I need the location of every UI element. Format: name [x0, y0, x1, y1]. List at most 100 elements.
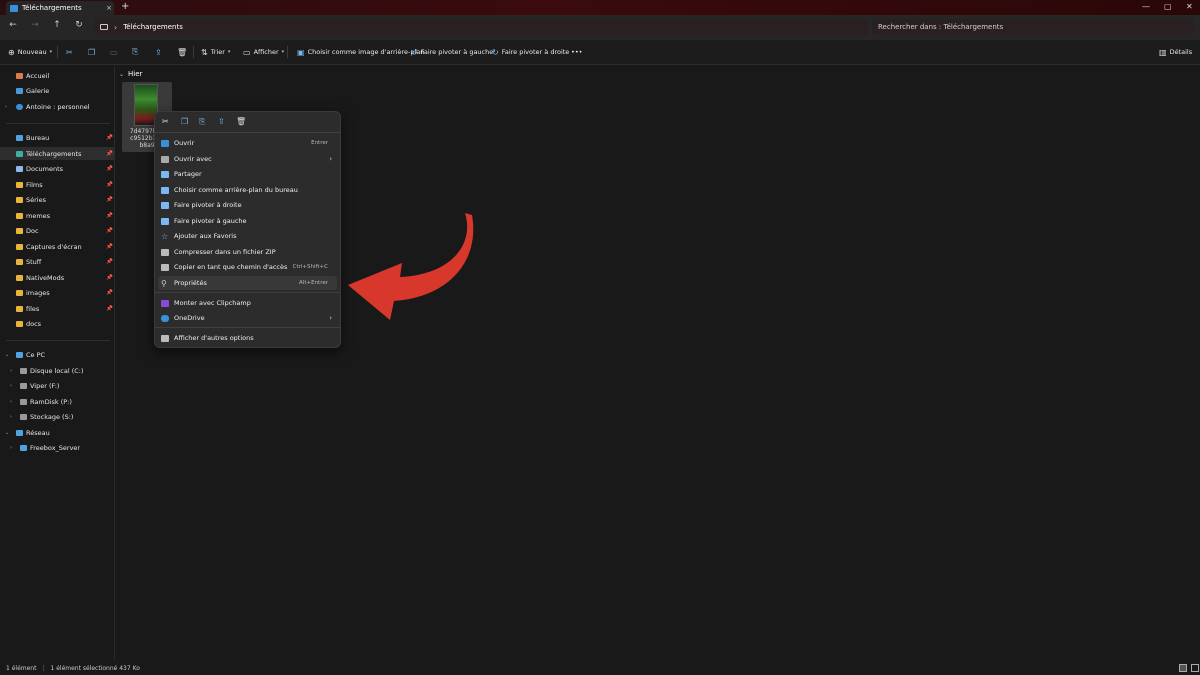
paste-button[interactable]: ▭ [110, 46, 118, 58]
sidebar-item-series[interactable]: Séries 📌 [0, 193, 115, 206]
sidebar-item-onedrive[interactable]: › Antoine : personnel [0, 100, 115, 113]
menu-item-label: OneDrive [174, 314, 205, 322]
sidebar-item-doc[interactable]: Doc 📌 [0, 224, 115, 237]
folder-icon [16, 305, 23, 312]
close-window-button[interactable]: ✕ [1186, 2, 1193, 11]
tab-downloads[interactable]: Téléchargements × [6, 1, 114, 15]
sidebar-item-network[interactable]: ⌄ Réseau [0, 426, 115, 439]
sidebar-item-downloads[interactable]: Téléchargements 📌 [0, 147, 115, 160]
menu-item-show-more-options[interactable]: Afficher d'autres options [158, 331, 337, 345]
pin-icon[interactable]: 📌 [106, 244, 113, 250]
sort-label: Trier [210, 48, 225, 56]
maximize-button[interactable]: ▢ [1164, 2, 1172, 11]
menu-item-onedrive[interactable]: OneDrive › [158, 311, 337, 325]
rename-button[interactable]: ⎘ [132, 46, 138, 58]
scissors-icon: ✂ [66, 47, 73, 57]
share-icon[interactable]: ⇪ [218, 117, 225, 126]
rotate-left-button[interactable]: ↺ Faire pivoter à gauche [411, 46, 493, 58]
sidebar-item-label: images [26, 288, 50, 297]
trash-icon[interactable]: 🗑 [236, 117, 246, 126]
new-button[interactable]: ⊕ Nouveau ▾ [8, 46, 52, 58]
pin-icon[interactable]: 📌 [106, 290, 113, 296]
pin-icon[interactable]: 📌 [106, 197, 113, 203]
sidebar-item-label: Films [26, 180, 43, 189]
sidebar-item-drive-p[interactable]: › RamDisk (P:) [0, 395, 115, 408]
rename-icon[interactable]: ⎘ [199, 117, 205, 127]
chevron-down-icon: ▾ [281, 49, 285, 55]
rotate-right-button[interactable]: ↻ Faire pivoter à droite [492, 46, 569, 58]
menu-item-compress-zip[interactable]: Compresser dans un fichier ZIP [158, 245, 337, 259]
pin-icon[interactable]: 📌 [106, 213, 113, 219]
sort-button[interactable]: ⇅ Trier ▾ [201, 46, 230, 58]
sidebar-item-memes[interactable]: memes 📌 [0, 209, 115, 222]
sidebar-item-films[interactable]: Films 📌 [0, 178, 115, 191]
pin-icon[interactable]: 📌 [106, 166, 113, 172]
sidebar-item-files[interactable]: files 📌 [0, 302, 115, 315]
sidebar-item-home[interactable]: Accueil [0, 69, 115, 82]
sidebar-item-label: docs [26, 319, 42, 328]
copy-icon[interactable]: ❐ [181, 117, 188, 126]
menu-item-open[interactable]: Ouvrir Entrer [158, 136, 337, 150]
set-wallpaper-button[interactable]: ▣ Choisir comme image d'arrière-plan [297, 46, 424, 58]
sidebar-item-images[interactable]: images 📌 [0, 286, 115, 299]
menu-item-label: Afficher d'autres options [174, 334, 254, 342]
sidebar-item-gallery[interactable]: Galerie [0, 84, 115, 97]
pin-icon[interactable]: 📌 [106, 275, 113, 281]
pin-icon[interactable]: 📌 [106, 135, 113, 141]
tiles-view-icon[interactable] [1191, 664, 1199, 672]
home-icon [16, 72, 23, 79]
pin-icon[interactable]: 📌 [106, 259, 113, 265]
up-button[interactable]: ↑ [50, 20, 64, 30]
sidebar-item-drive-f[interactable]: › Viper (F:) [0, 379, 115, 392]
sidebar-divider [6, 123, 110, 124]
sidebar-item-documents[interactable]: Documents 📌 [0, 162, 115, 175]
share-icon: ⇪ [155, 47, 162, 57]
menu-item-clipchamp[interactable]: Monter avec Clipchamp [158, 296, 337, 310]
menu-item-rotate-right[interactable]: Faire pivoter à droite [158, 198, 337, 212]
sidebar-item-freebox-server[interactable]: › Freebox_Server [0, 441, 115, 454]
menu-item-copy-path[interactable]: Copier en tant que chemin d'accès Ctrl+S… [158, 260, 337, 274]
sidebar-item-drive-s[interactable]: › Stockage (S:) [0, 410, 115, 423]
sidebar-item-stuff[interactable]: Stuff 📌 [0, 255, 115, 268]
menu-item-properties[interactable]: ⚲ Propriétés Alt+Entrer [158, 276, 337, 290]
refresh-button[interactable]: ↻ [72, 20, 86, 30]
menu-item-share[interactable]: Partager [158, 167, 337, 181]
sidebar-item-nativemods[interactable]: NativeMods 📌 [0, 271, 115, 284]
menu-item-add-favorites[interactable]: ☆ Ajouter aux Favoris [158, 229, 337, 243]
pin-icon[interactable]: 📌 [106, 228, 113, 234]
search-input[interactable]: Rechercher dans : Téléchargements [872, 19, 1194, 35]
back-button[interactable]: ← [6, 20, 20, 30]
delete-button[interactable]: 🗑 [177, 46, 187, 58]
menu-item-set-desktop-background[interactable]: Choisir comme arrière-plan du bureau [158, 183, 337, 197]
minimize-button[interactable]: — [1142, 2, 1150, 11]
new-tab-button[interactable]: + [121, 1, 129, 12]
sidebar-item-this-pc[interactable]: ⌄ Ce PC [0, 348, 115, 361]
forward-button[interactable]: → [28, 20, 42, 30]
pin-icon[interactable]: 📌 [106, 182, 113, 188]
sidebar-item-drive-c[interactable]: › Disque local (C:) [0, 364, 115, 377]
sidebar-item-screenshots[interactable]: Captures d'écran 📌 [0, 240, 115, 253]
sidebar-item-desktop[interactable]: Bureau 📌 [0, 131, 115, 144]
cut-icon[interactable]: ✂ [162, 117, 169, 126]
chevron-right-icon: › [5, 103, 7, 110]
path-input[interactable]: › Téléchargements [94, 19, 868, 35]
more-button[interactable]: ••• [571, 46, 583, 58]
menu-item-open-with[interactable]: Ouvrir avec › [158, 152, 337, 166]
breadcrumb[interactable]: Téléchargements [123, 23, 183, 31]
details-view-icon[interactable] [1179, 664, 1187, 672]
sidebar-item-docs[interactable]: docs [0, 317, 115, 330]
sidebar-item-label: Téléchargements [26, 149, 82, 158]
details-button[interactable]: ▥ Détails [1159, 46, 1192, 58]
view-button[interactable]: ▭ Afficher ▾ [243, 46, 284, 58]
group-header-yesterday[interactable]: ⌄ Hier [119, 70, 142, 78]
trash-icon: 🗑 [177, 47, 188, 57]
menu-item-label: Faire pivoter à droite [174, 201, 242, 209]
group-label: Hier [128, 70, 143, 78]
pin-icon[interactable]: 📌 [106, 306, 113, 312]
cut-button[interactable]: ✂ [66, 46, 73, 58]
close-tab-icon[interactable]: × [104, 4, 114, 12]
share-button[interactable]: ⇪ [155, 46, 162, 58]
pin-icon[interactable]: 📌 [106, 151, 113, 157]
copy-button[interactable]: ❐ [88, 46, 95, 58]
menu-item-rotate-left[interactable]: Faire pivoter à gauche [158, 214, 337, 228]
